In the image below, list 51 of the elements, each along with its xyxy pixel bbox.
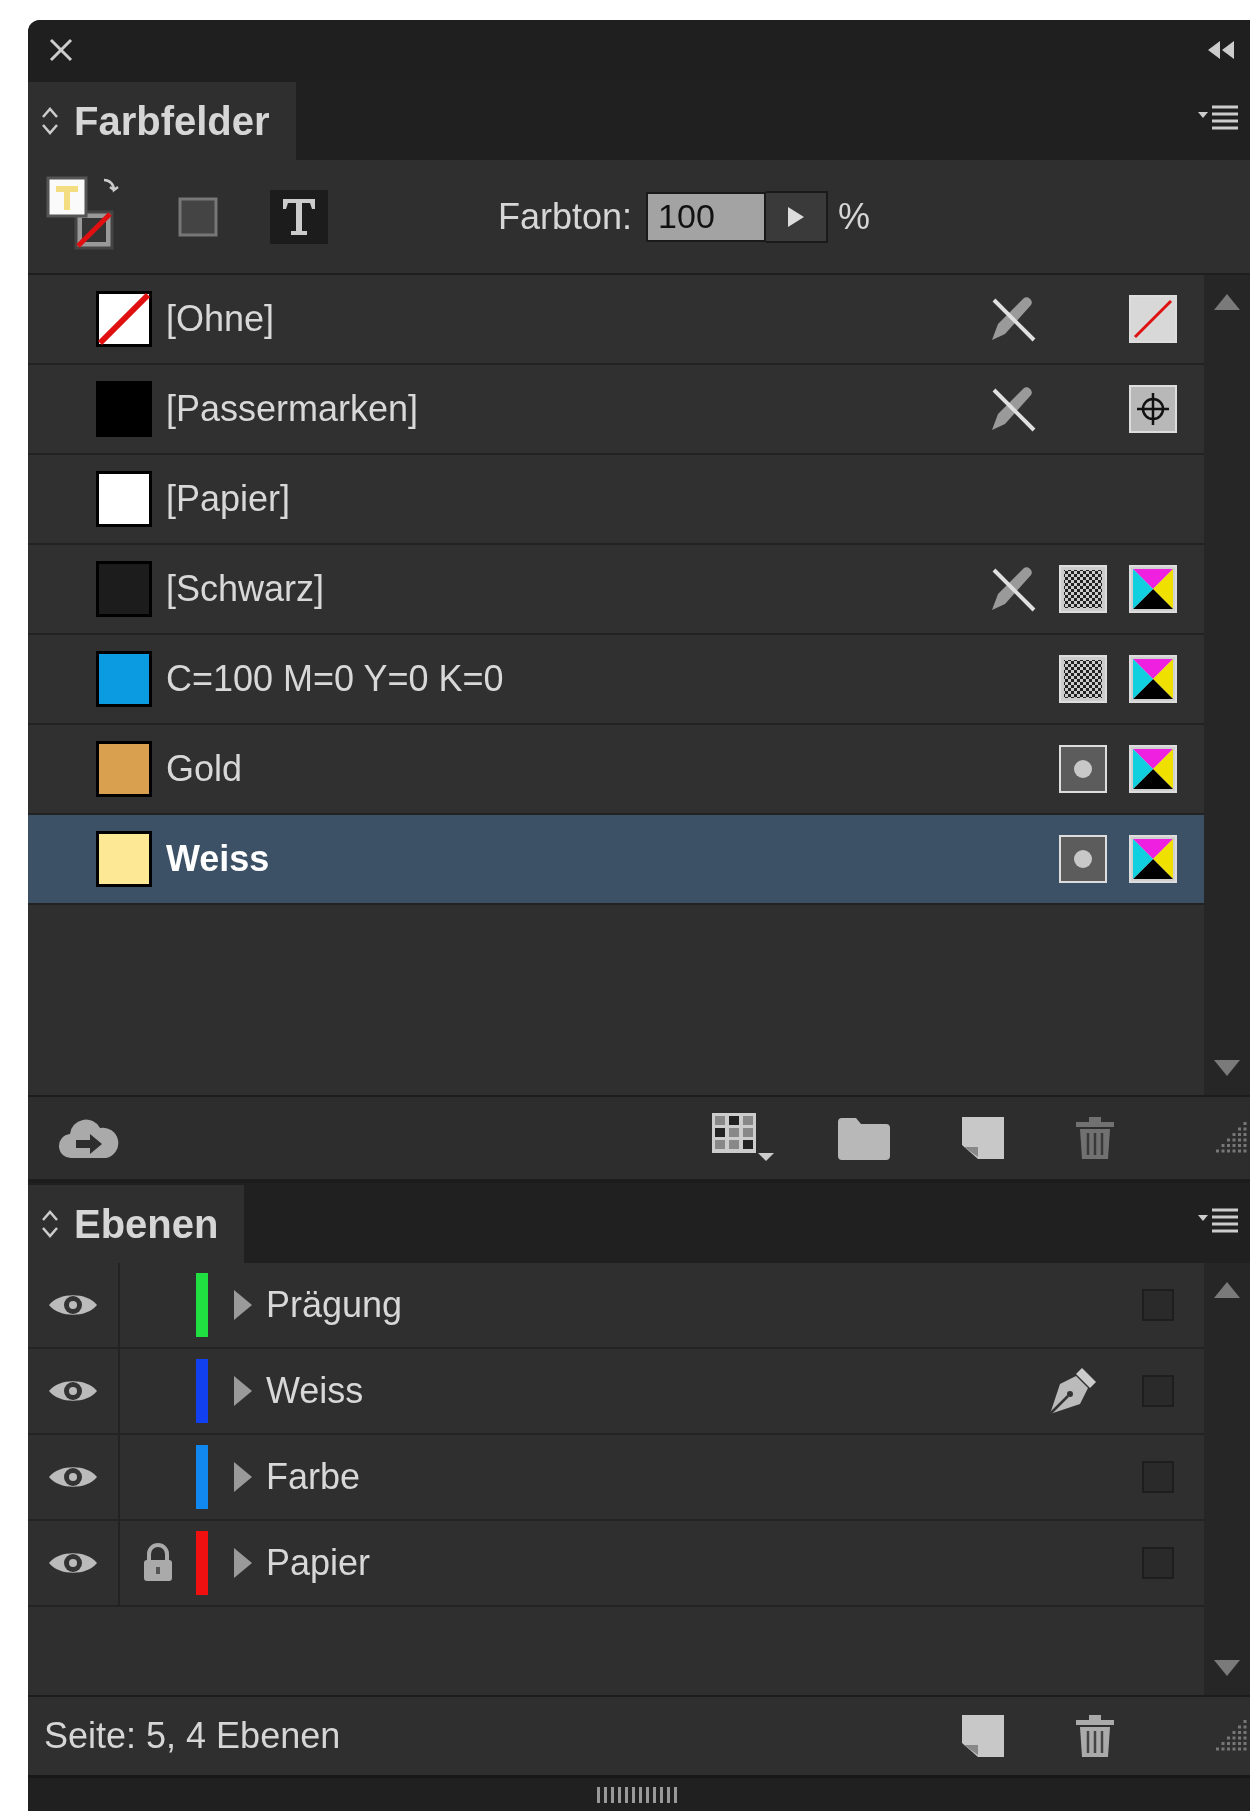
trash-icon[interactable] [1074, 1115, 1116, 1161]
percent-label: % [838, 195, 871, 238]
layer-row[interactable]: Papier [28, 1521, 1204, 1607]
layer-name: Farbe [266, 1456, 361, 1498]
panel-menu-icon[interactable] [1198, 104, 1238, 132]
disclosure-triangle-icon[interactable] [232, 1546, 254, 1580]
scroll-down-icon[interactable] [1213, 1659, 1241, 1677]
layer-row[interactable]: Farbe [28, 1435, 1204, 1521]
disclosure-triangle-icon[interactable] [232, 1374, 254, 1408]
container-toggle[interactable] [178, 196, 218, 237]
lock-icon[interactable] [141, 1543, 175, 1583]
layer-name: Papier [266, 1542, 371, 1584]
folder-icon[interactable] [836, 1116, 892, 1160]
tint-field[interactable]: 100 [646, 191, 767, 242]
scroll-up-icon[interactable] [1213, 1281, 1241, 1299]
disclosure-triangle-icon[interactable] [232, 1288, 254, 1322]
expand-collapse-icon[interactable] [40, 105, 60, 137]
scroll-down-icon[interactable] [1213, 1059, 1241, 1077]
swatch-name: [Papier] [166, 478, 291, 520]
trash-icon[interactable] [1074, 1713, 1116, 1759]
collapse-icon[interactable] [1206, 40, 1236, 60]
text-toggle[interactable] [270, 189, 328, 244]
swatch-name: Gold [166, 748, 243, 790]
tint-label: Farbton: [498, 195, 633, 238]
swatch-row[interactable]: Weiss [28, 815, 1204, 905]
swatch-name: [Schwarz] [166, 568, 325, 610]
expand-collapse-icon[interactable] [40, 1208, 60, 1240]
disclosure-triangle-icon[interactable] [232, 1460, 254, 1494]
swatch-view-icon[interactable] [712, 1113, 776, 1163]
swatch-name: C=100 M=0 Y=0 K=0 [166, 658, 504, 700]
panel-tab[interactable]: Ebenen [28, 1185, 245, 1263]
scrollbar[interactable] [1204, 1263, 1250, 1695]
panel-menu-icon[interactable] [1198, 1207, 1238, 1235]
resize-grip-icon[interactable] [1216, 1719, 1250, 1753]
layer-name: Weiss [266, 1370, 364, 1412]
new-swatch-icon[interactable] [962, 1117, 1004, 1159]
text-icon [281, 196, 317, 237]
resize-grip-icon[interactable] [1216, 1121, 1250, 1155]
close-icon[interactable] [48, 37, 74, 63]
swatch-name: [Ohne] [166, 298, 275, 340]
new-layer-icon[interactable] [962, 1715, 1004, 1757]
layer-row[interactable]: Weiss [28, 1349, 1204, 1435]
swatch-name: [Passermarken] [166, 388, 419, 430]
status-text: Seite: 5, 4 Ebenen [44, 1715, 341, 1757]
swatch-name: Weiss [166, 838, 270, 880]
scrollbar[interactable] [1204, 275, 1250, 1095]
panel-tab[interactable]: Farbfelder [28, 82, 296, 160]
scroll-up-icon[interactable] [1213, 293, 1241, 311]
layer-name: Prägung [266, 1284, 403, 1326]
layer-row[interactable]: Prägung [28, 1263, 1204, 1349]
tint-slider-button[interactable] [766, 190, 829, 243]
